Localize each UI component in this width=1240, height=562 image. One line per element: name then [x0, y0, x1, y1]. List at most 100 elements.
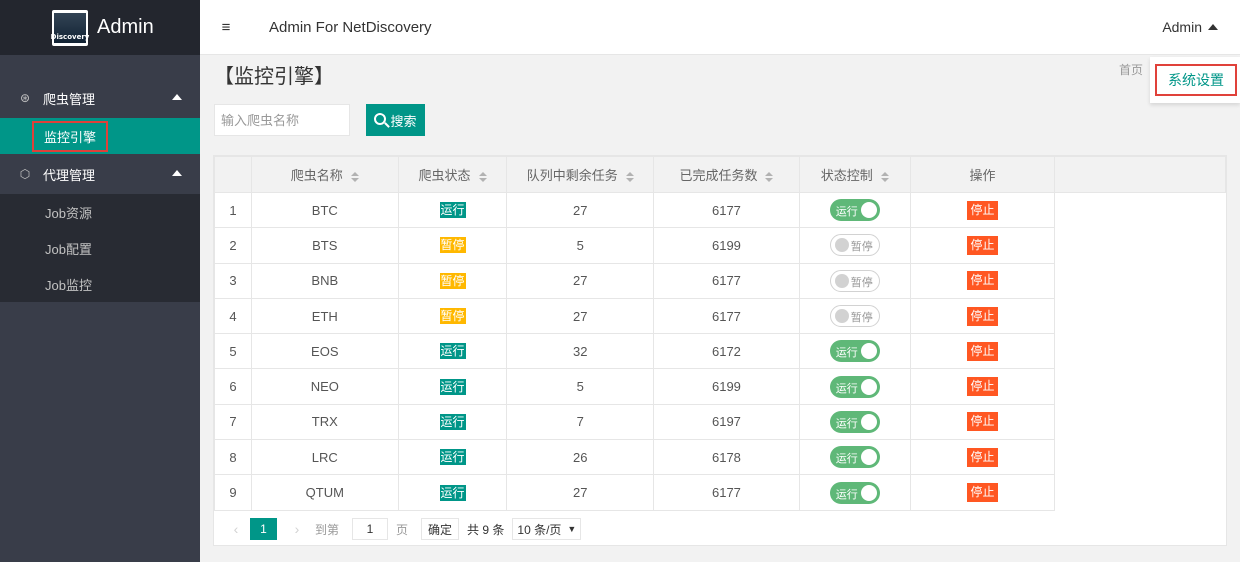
cell-name: TRX	[250, 403, 399, 441]
cell-control: 运行	[798, 191, 911, 229]
status-toggle[interactable]: 运行	[829, 446, 880, 469]
menu-item-system-settings[interactable]: 系统设置	[1155, 64, 1237, 96]
sidebar-item-label: Job资源	[45, 205, 92, 221]
cell-index: 9	[214, 474, 252, 511]
sort-icon[interactable]	[478, 171, 487, 182]
cell-done: 6177	[653, 191, 800, 229]
nav-group-proxy[interactable]: ⬡ 代理管理	[0, 154, 200, 194]
cell-name: QTUM	[250, 474, 399, 511]
cell-index: 2	[214, 227, 252, 264]
total-count: 共 9 条	[467, 522, 505, 537]
cell-action: 停止	[909, 439, 1056, 476]
stop-button[interactable]: 停止	[967, 447, 998, 467]
status-badge: 暂停	[439, 308, 466, 325]
toggle-label: 运行	[835, 488, 858, 501]
cell-status: 运行	[397, 333, 508, 370]
cell-filler	[1054, 263, 1226, 299]
user-dropdown: 系统设置	[1150, 57, 1240, 103]
sort-icon[interactable]	[880, 171, 889, 182]
status-toggle[interactable]: 运行	[829, 375, 880, 398]
sidebar-item-monitor[interactable]: 监控引擎	[0, 118, 200, 154]
stop-button[interactable]: 停止	[967, 483, 998, 503]
col-done[interactable]: 已完成任务数	[653, 156, 800, 193]
sidebar-item-job-resource[interactable]: Job资源	[0, 194, 200, 230]
user-menu[interactable]: Admin	[1162, 19, 1218, 35]
cell-filler	[1054, 227, 1226, 264]
cell-filler	[1054, 192, 1226, 228]
status-badge: 运行	[439, 378, 466, 395]
status-badge: 运行	[439, 484, 466, 501]
page-current[interactable]: 1	[250, 518, 277, 540]
col-name[interactable]: 爬虫名称	[250, 156, 399, 193]
stop-button[interactable]: 停止	[967, 235, 998, 255]
table-row: 7 TRX 运行 7 6197 运行 停止	[214, 403, 1226, 441]
table-row: 5 EOS 运行 32 6172 运行 停止	[214, 333, 1226, 370]
stop-button[interactable]: 停止	[967, 341, 998, 361]
status-toggle[interactable]: 运行	[829, 199, 880, 222]
goto-confirm-button[interactable]: 确定	[421, 518, 460, 540]
cell-name: NEO	[250, 368, 399, 405]
toggle-knob	[860, 378, 877, 395]
cell-status: 暂停	[397, 262, 508, 299]
col-remaining[interactable]: 队列中剩余任务	[506, 156, 655, 193]
toggle-label: 暂停	[850, 312, 873, 325]
sidebar-item-job-monitor[interactable]: Job监控	[0, 266, 200, 302]
cell-action: 停止	[909, 474, 1056, 511]
toggle-label: 运行	[835, 453, 858, 466]
cell-done: 6199	[653, 368, 800, 405]
page-size-select[interactable]: 10 条/页 ▼	[512, 518, 582, 540]
col-status[interactable]: 爬虫状态	[397, 156, 508, 193]
status-toggle[interactable]: 暂停	[829, 269, 880, 292]
status-toggle[interactable]: 暂停	[829, 305, 880, 328]
cell-done: 6172	[653, 333, 800, 370]
sort-icon[interactable]	[350, 171, 359, 182]
status-toggle[interactable]: 运行	[829, 410, 880, 433]
search-input[interactable]	[214, 104, 350, 136]
cell-action: 停止	[909, 227, 1056, 264]
status-toggle[interactable]: 运行	[829, 481, 880, 504]
sort-icon[interactable]	[765, 171, 774, 182]
stop-button[interactable]: 停止	[967, 200, 998, 220]
sidebar-item-label: Job配置	[45, 241, 92, 257]
cell-index: 1	[214, 191, 252, 229]
status-toggle[interactable]: 暂停	[829, 234, 880, 257]
cell-remaining: 27	[506, 262, 655, 299]
toggle-knob	[834, 273, 849, 288]
cell-index: 6	[214, 368, 252, 405]
stop-button[interactable]: 停止	[967, 412, 998, 432]
stop-button[interactable]: 停止	[967, 306, 998, 326]
logo[interactable]: Discovery	[51, 9, 89, 46]
hamburger-icon[interactable]: ≡	[202, 19, 250, 36]
stop-button[interactable]: 停止	[967, 271, 998, 291]
cell-done: 6199	[653, 227, 800, 264]
col-control[interactable]: 状态控制	[798, 156, 911, 193]
toggle-label: 暂停	[850, 241, 873, 254]
col-label: 爬虫名称	[290, 168, 343, 183]
sort-icon[interactable]	[625, 171, 634, 182]
cell-name: LRC	[250, 439, 399, 476]
crawler-table: 爬虫名称 爬虫状态 队列中剩余任务 已完成任务数 状态控制 操作 1 BTC 运行 2…	[213, 155, 1227, 546]
cell-name: BNB	[250, 262, 399, 299]
breadcrumb[interactable]: 首页	[1119, 61, 1143, 78]
cell-control: 暂停	[798, 227, 911, 264]
status-badge: 运行	[439, 413, 466, 430]
search-button[interactable]: 搜索	[366, 104, 425, 136]
next-page-icon[interactable]: ›	[287, 521, 307, 537]
prev-page-icon[interactable]: ‹	[226, 521, 246, 537]
status-badge: 运行	[439, 202, 466, 219]
stop-button[interactable]: 停止	[967, 377, 998, 397]
col-label: 状态控制	[820, 168, 873, 183]
status-toggle[interactable]: 运行	[829, 340, 880, 363]
nav-group-label: 代理管理	[43, 167, 96, 183]
cell-done: 6177	[653, 297, 800, 335]
cell-filler	[1054, 439, 1226, 475]
goto-page-input[interactable]	[352, 518, 389, 540]
table-row: 2 BTS 暂停 5 6199 暂停 停止	[214, 227, 1226, 264]
col-action: 操作	[909, 156, 1056, 193]
sidebar-item-job-config[interactable]: Job配置	[0, 230, 200, 266]
nav-group-spider[interactable]: ⊛ 爬虫管理	[0, 78, 200, 118]
caret-up-icon	[172, 170, 182, 176]
toggle-knob	[860, 484, 877, 501]
cell-index: 7	[214, 403, 252, 441]
cell-index: 8	[214, 439, 252, 476]
